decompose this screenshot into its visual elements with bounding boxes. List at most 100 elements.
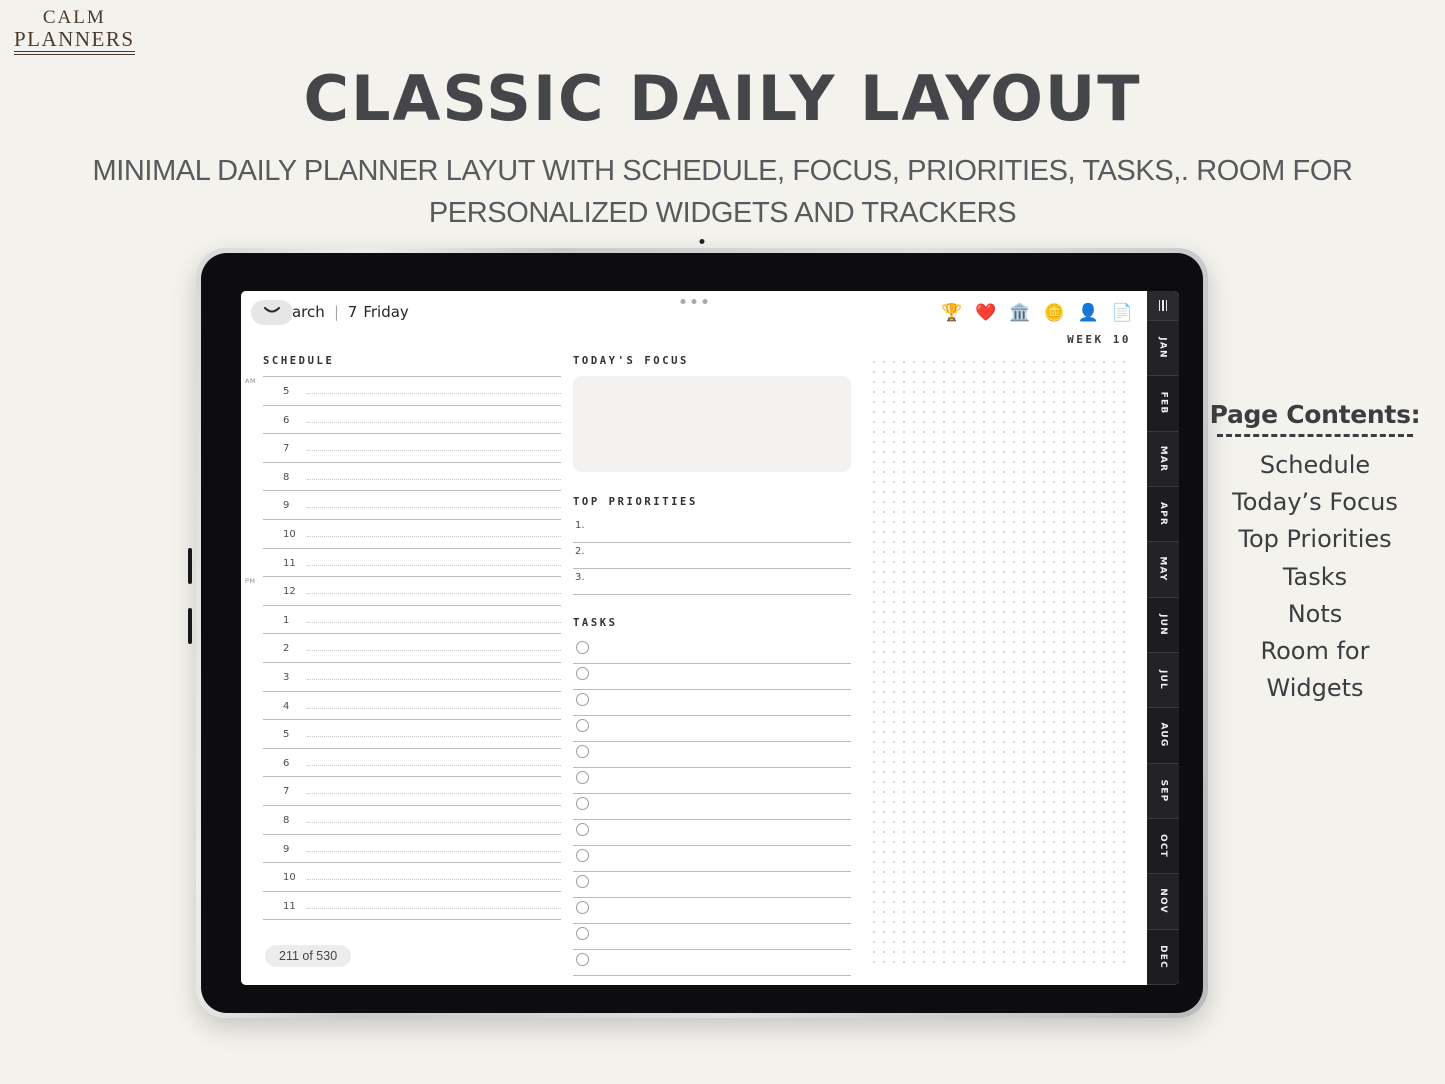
coin-icon[interactable]: 🪙 — [1043, 304, 1064, 321]
task-checkbox-icon[interactable] — [576, 823, 589, 836]
task-checkbox-icon[interactable] — [576, 797, 589, 810]
trophy-icon[interactable]: 🏆 — [941, 304, 962, 321]
date-display[interactable]: March | 7 Friday — [279, 303, 409, 321]
task-row[interactable] — [573, 664, 851, 690]
task-row[interactable] — [573, 950, 851, 976]
month-tab-dec[interactable]: DEC — [1147, 929, 1179, 985]
schedule-row[interactable]: 11 — [263, 890, 561, 920]
month-tab-oct[interactable]: OCT — [1147, 818, 1179, 875]
schedule-hour-label: 10 — [283, 528, 296, 540]
task-checkbox-icon[interactable] — [576, 953, 589, 966]
document-icon[interactable]: 📄 — [1112, 304, 1133, 321]
schedule-bottom-rule — [263, 919, 561, 921]
task-row[interactable] — [573, 742, 851, 768]
notes-dot-grid[interactable] — [867, 355, 1131, 963]
task-row[interactable] — [573, 924, 851, 950]
page-indicator[interactable]: 211 of 530 — [265, 945, 352, 967]
month-tab-may[interactable]: MAY — [1147, 542, 1179, 598]
month-tab-apr[interactable]: APR — [1147, 486, 1179, 543]
task-row[interactable] — [573, 872, 851, 898]
month-tab-rail: JAN FEB MAR APR MAY JUN JUL AUG SEP OCT NOV DEC — [1147, 291, 1179, 985]
page-contents-item: Nots — [1287, 599, 1343, 628]
task-row[interactable] — [573, 638, 851, 664]
focus-input-box[interactable] — [573, 376, 851, 472]
schedule-half-hour-line — [307, 850, 561, 852]
bank-icon[interactable]: 🏛️ — [1009, 304, 1030, 321]
schedule-hour-label: 7 — [283, 443, 290, 455]
schedule-hour-label: 7 — [283, 786, 290, 798]
task-row[interactable] — [573, 846, 851, 872]
schedule-half-hour-line — [307, 507, 561, 509]
priority-row[interactable]: 1. — [573, 517, 851, 543]
schedule-half-hour-line — [307, 736, 561, 738]
schedule-row[interactable]: 9 — [263, 490, 561, 519]
schedule-hour-label: 11 — [283, 557, 296, 569]
schedule-row[interactable]: 11 — [263, 547, 561, 577]
schedule-half-hour-line — [307, 535, 561, 537]
task-checkbox-icon[interactable] — [576, 901, 589, 914]
task-row[interactable] — [573, 716, 851, 742]
schedule-row[interactable]: PM 12 — [245, 576, 561, 605]
schedule-half-hour-line — [307, 421, 561, 423]
person-icon[interactable]: 👤 — [1078, 304, 1099, 321]
header-separator: | — [333, 303, 339, 321]
task-checkbox-icon[interactable] — [576, 771, 589, 784]
schedule-hour-label: 4 — [283, 700, 290, 712]
task-checkbox-icon[interactable] — [576, 719, 589, 732]
task-row[interactable] — [573, 690, 851, 716]
task-row[interactable] — [573, 898, 851, 924]
schedule-section: SCHEDULE AM 5 6 7 8 9 10 11 PM 12 1 2 3 4 5 6 7 8 9 10 11 21… — [245, 355, 561, 985]
schedule-row[interactable]: 4 — [263, 690, 561, 720]
schedule-hour-label: 6 — [283, 414, 290, 426]
task-checkbox-icon[interactable] — [576, 927, 589, 940]
month-tab-jul[interactable]: JUL — [1147, 652, 1179, 709]
month-tab-label: FEB — [1157, 392, 1168, 415]
schedule-hour-label: 1 — [283, 614, 290, 626]
task-row[interactable] — [573, 794, 851, 820]
schedule-row[interactable]: 10 — [263, 862, 561, 891]
schedule-hour-label: 10 — [283, 872, 296, 884]
schedule-row[interactable]: 8 — [263, 461, 561, 491]
task-checkbox-icon[interactable] — [576, 641, 589, 654]
schedule-row[interactable]: 10 — [263, 518, 561, 548]
task-checkbox-icon[interactable] — [576, 875, 589, 888]
month-tab-nov[interactable]: NOV — [1147, 874, 1179, 930]
month-dropdown-button[interactable] — [251, 299, 293, 325]
heart-icon[interactable]: ❤️ — [975, 304, 996, 321]
month-tab-feb[interactable]: FEB — [1147, 376, 1179, 432]
volume-down-button[interactable] — [188, 608, 192, 644]
priority-row[interactable]: 2. — [573, 543, 851, 569]
schedule-row[interactable]: 8 — [263, 804, 561, 834]
month-tab-label: NOV — [1157, 888, 1168, 915]
task-checkbox-icon[interactable] — [576, 745, 589, 758]
month-tab-sep[interactable]: SEP — [1147, 763, 1179, 819]
schedule-row[interactable]: 6 — [263, 404, 561, 434]
schedule-row[interactable]: 5 — [263, 719, 561, 748]
month-tab-aug[interactable]: AUG — [1147, 708, 1179, 764]
schedule-row[interactable]: 7 — [263, 433, 561, 462]
month-tab-label: MAR — [1157, 445, 1168, 473]
schedule-row[interactable]: 1 — [263, 604, 561, 634]
month-tab-jun[interactable]: JUN — [1147, 597, 1179, 653]
schedule-half-hour-line — [307, 564, 561, 566]
schedule-row[interactable]: AM 5 — [245, 376, 561, 405]
month-tab-jan[interactable]: JAN — [1147, 321, 1179, 377]
month-tab-mar[interactable]: MAR — [1147, 431, 1179, 487]
volume-up-button[interactable] — [188, 548, 192, 584]
page-contents-title: Page Contents: — [1209, 400, 1421, 429]
priority-row[interactable]: 3. — [573, 569, 851, 595]
task-checkbox-icon[interactable] — [576, 693, 589, 706]
schedule-row[interactable]: 3 — [263, 661, 561, 691]
task-checkbox-icon[interactable] — [576, 667, 589, 680]
task-row[interactable] — [573, 768, 851, 794]
task-row[interactable] — [573, 820, 851, 846]
schedule-rows: AM 5 6 7 8 9 10 11 PM 12 1 2 3 4 5 6 7 8 9 10 11 — [245, 376, 561, 921]
schedule-row[interactable]: 2 — [263, 633, 561, 662]
priority-number: 1. — [575, 520, 585, 531]
schedule-row[interactable]: 6 — [263, 747, 561, 777]
tasks-title: TASKS — [573, 617, 618, 629]
hamburger-menu-icon[interactable] — [1147, 291, 1179, 321]
schedule-row[interactable]: 7 — [263, 776, 561, 805]
schedule-row[interactable]: 9 — [263, 833, 561, 863]
task-checkbox-icon[interactable] — [576, 849, 589, 862]
